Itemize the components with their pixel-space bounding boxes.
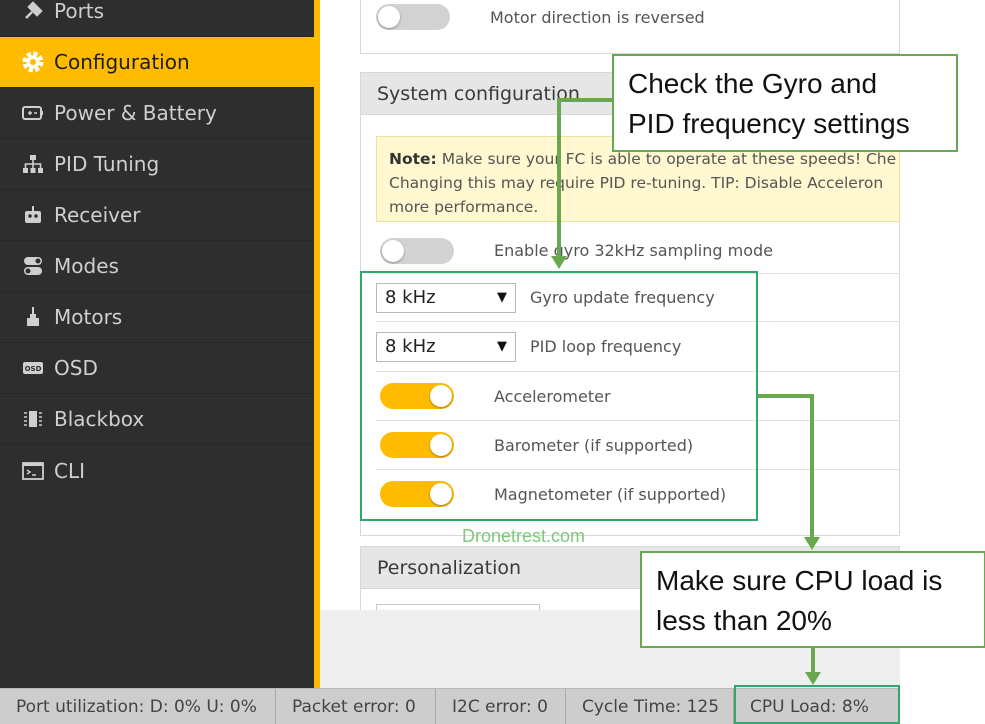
sidebar-item-label: Receiver <box>54 203 141 227</box>
status-i2c-error: I2C error: 0 <box>436 689 566 724</box>
sidebar-item-label: Blackbox <box>54 407 145 431</box>
sidebar-item-motors[interactable]: Motors <box>0 292 314 343</box>
gyro32-row: Enable gyro 32kHz sampling mode <box>376 228 900 274</box>
sidebar-item-label: Ports <box>54 0 105 23</box>
sidebar-item-ports[interactable]: Ports <box>0 0 314 37</box>
sidebar-item-label: PID Tuning <box>54 152 160 176</box>
osd-icon: OSD <box>20 355 46 381</box>
cpu-load-callout: Make sure CPU load is less than 20% <box>640 551 985 648</box>
sidebar-item-osd[interactable]: OSD OSD <box>0 343 314 394</box>
callout-cpu-line-2: less than 20% <box>656 605 832 636</box>
status-port-utilization: Port utilization: D: 0% U: 0% <box>0 689 276 724</box>
gyro-pid-callout: Check the Gyro and PID frequency setting… <box>612 54 958 152</box>
sidebar-item-configuration[interactable]: Configuration <box>0 37 314 88</box>
connector-line <box>557 98 613 102</box>
toggle-knob <box>378 6 400 28</box>
status-packet-error: Packet error: 0 <box>276 689 436 724</box>
sidebar-item-blackbox[interactable]: Blackbox <box>0 394 314 445</box>
sidebar-item-label: Configuration <box>54 50 190 74</box>
sidebar-item-label: Modes <box>54 254 119 278</box>
sidebar-item-label: CLI <box>54 458 86 483</box>
sidebar-item-label: Motors <box>54 305 123 329</box>
connector-line <box>758 394 814 398</box>
sidebar-item-power-battery[interactable]: Power & Battery <box>0 88 314 139</box>
toggles-icon <box>20 253 46 279</box>
note-prefix: Note: <box>389 150 437 168</box>
gyro32-label: Enable gyro 32kHz sampling mode <box>494 241 773 260</box>
watermark-text: Dronetrest.com <box>462 526 586 546</box>
sidebar: Ports Configuration Power & Battery PID … <box>0 0 314 688</box>
toggle-knob <box>382 239 404 262</box>
battery-icon <box>20 100 46 126</box>
terminal-icon <box>20 458 46 484</box>
gyro32-toggle[interactable] <box>380 237 454 264</box>
arrow-down-icon <box>804 537 820 550</box>
sidebar-item-cli[interactable]: CLI <box>0 445 314 496</box>
note-line-1: Make sure your FC is able to operate at … <box>441 150 897 168</box>
connector-line <box>811 648 815 674</box>
motor-reversed-row: Motor direction is reversed <box>376 2 900 32</box>
status-cycle-time: Cycle Time: 125 <box>566 689 734 724</box>
motor-reversed-toggle[interactable] <box>376 4 450 30</box>
settings-highlight-box <box>360 271 758 521</box>
cpu-load-highlight-box <box>734 685 900 724</box>
motor-reversed-label: Motor direction is reversed <box>490 7 705 27</box>
sidebar-item-label: Power & Battery <box>54 101 217 125</box>
plug-icon <box>20 0 46 24</box>
blackbox-icon <box>20 406 46 432</box>
sidebar-item-label: OSD <box>54 356 98 380</box>
sidebar-item-pid-tuning[interactable]: PID Tuning <box>0 139 314 190</box>
motor-icon <box>20 304 46 330</box>
callout-gyro-line-1: Check the Gyro and <box>628 68 878 99</box>
callout-cpu-line-1: Make sure CPU load is <box>656 565 943 596</box>
note-line-3: more performance. <box>389 198 539 216</box>
robot-icon <box>20 202 46 228</box>
arrow-down-icon <box>805 672 821 685</box>
arrow-down-icon <box>551 256 567 269</box>
svg-text:OSD: OSD <box>25 365 42 373</box>
gear-icon <box>20 49 46 75</box>
sidebar-item-receiver[interactable]: Receiver <box>0 190 314 241</box>
callout-gyro-line-2: PID frequency settings <box>628 108 910 139</box>
personalization-input[interactable] <box>376 604 540 610</box>
connector-line <box>810 394 814 539</box>
note-line-2: Changing this may require PID re-tuning.… <box>389 174 884 192</box>
connector-line <box>557 98 561 258</box>
sidebar-item-modes[interactable]: Modes <box>0 241 314 292</box>
hierarchy-icon <box>20 151 46 177</box>
